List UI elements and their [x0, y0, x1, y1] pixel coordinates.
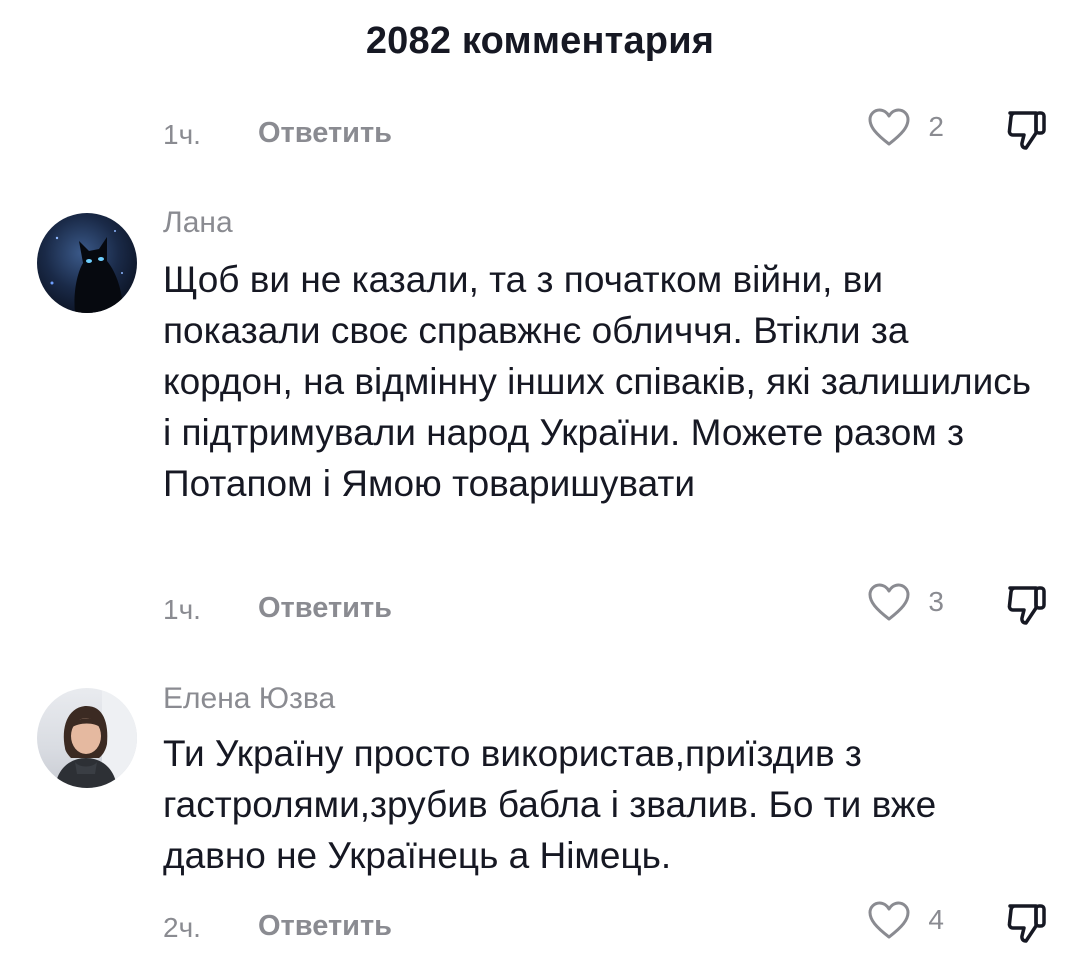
comments-panel: 2082 комментария 1ч. Ответить 2 Лана Щоб…	[0, 0, 1080, 975]
reply-button[interactable]: Ответить	[258, 592, 392, 625]
dislike-icon[interactable]	[1002, 580, 1050, 628]
comment-time: 1ч.	[163, 594, 201, 625]
comments-count-title: 2082 комментария	[365, 20, 715, 62]
avatar[interactable]	[37, 213, 137, 313]
dislike-icon[interactable]	[1002, 898, 1050, 946]
comment-text: Щоб ви не казали, та з початком війни, в…	[163, 259, 1032, 504]
comment-time: 1ч.	[163, 119, 201, 150]
heart-outline-icon[interactable]	[866, 580, 912, 626]
heart-outline-icon[interactable]	[866, 898, 912, 944]
comment-author[interactable]: Лана	[163, 206, 233, 240]
avatar[interactable]	[37, 688, 137, 788]
reply-button[interactable]: Ответить	[258, 910, 392, 943]
reply-button[interactable]: Ответить	[258, 117, 392, 150]
heart-outline-icon[interactable]	[866, 105, 912, 151]
like-count: 4	[928, 904, 944, 935]
comment-author[interactable]: Елена Юзва	[163, 682, 335, 716]
comment-actions: 1ч. Ответить 3	[163, 580, 1050, 640]
comment-time: 2ч.	[163, 912, 201, 943]
dislike-icon[interactable]	[1002, 105, 1050, 153]
comment-text: Ти Україну просто використав,приїздив з …	[163, 733, 937, 876]
comment-actions: 2ч. Ответить 4	[163, 898, 1050, 958]
like-count: 2	[928, 111, 944, 142]
like-count: 3	[928, 586, 944, 617]
comment-actions: 1ч. Ответить 2	[163, 105, 1050, 165]
